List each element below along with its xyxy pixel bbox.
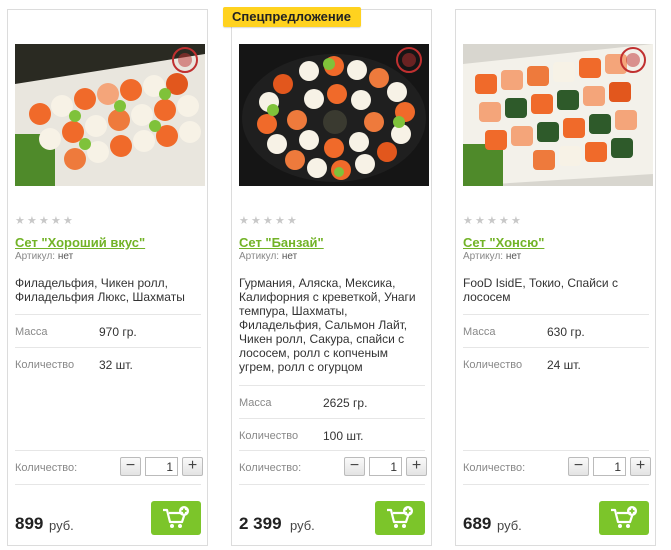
product-description: Филадельфия, Чикен ролл, Филадельфия Люк… xyxy=(15,276,185,304)
star-icon[interactable]: ★ xyxy=(275,216,286,227)
star-icon[interactable]: ★ xyxy=(499,216,510,227)
rating-stars[interactable]: ★ ★ ★ ★ ★ xyxy=(15,216,74,227)
rating-stars[interactable]: ★ ★ ★ ★ ★ xyxy=(463,216,522,227)
quantity-input[interactable] xyxy=(145,457,178,476)
mass-label: Масса xyxy=(239,397,272,409)
article-line: Артикул: нет xyxy=(463,251,521,262)
quantity-input[interactable] xyxy=(593,457,626,476)
price-value: 899 xyxy=(15,514,44,533)
count-value: 32 шт. xyxy=(99,358,133,372)
quantity-decrease-button[interactable]: − xyxy=(344,457,365,476)
star-icon[interactable]: ★ xyxy=(39,216,50,227)
cart-plus-icon xyxy=(387,506,413,528)
currency-label: руб. xyxy=(290,518,315,533)
star-icon[interactable]: ★ xyxy=(15,216,26,227)
count-row: Количество 24 шт. xyxy=(463,347,649,380)
rating-stars[interactable]: ★ ★ ★ ★ ★ xyxy=(239,216,298,227)
currency-label: руб. xyxy=(497,518,522,533)
quantity-decrease-button[interactable]: − xyxy=(568,457,589,476)
mass-value: 970 гр. xyxy=(99,325,137,339)
star-icon[interactable]: ★ xyxy=(239,216,250,227)
count-row: Количество 100 шт. xyxy=(239,418,425,451)
mass-value: 630 гр. xyxy=(547,325,585,339)
product-image[interactable] xyxy=(463,44,653,186)
price-row: 899 руб. xyxy=(15,484,201,536)
star-icon[interactable]: ★ xyxy=(63,216,74,227)
count-label: Количество xyxy=(15,359,75,371)
star-icon[interactable]: ★ xyxy=(251,216,262,227)
star-icon[interactable]: ★ xyxy=(475,216,486,227)
article-value: нет xyxy=(57,251,74,262)
cart-plus-icon xyxy=(611,506,637,528)
mass-label: Масса xyxy=(463,326,496,338)
product-image[interactable] xyxy=(239,44,429,186)
star-icon[interactable]: ★ xyxy=(511,216,522,227)
article-label: Артикул: xyxy=(15,251,56,262)
product-title-link[interactable]: Сет "Хороший вкус" xyxy=(15,235,145,250)
article-value: нет xyxy=(281,251,298,262)
sushi-set-photo xyxy=(239,44,429,186)
quantity-label: Количество: xyxy=(463,462,526,474)
article-label: Артикул: xyxy=(239,251,280,262)
mass-row: Масса 2625 гр. xyxy=(239,385,425,418)
quantity-decrease-button[interactable]: − xyxy=(120,457,141,476)
add-to-cart-button[interactable] xyxy=(375,501,425,535)
product-card: ★ ★ ★ ★ ★ Сет "Хороший вкус" Артикул: не… xyxy=(7,9,208,546)
special-offer-badge: Спецпредложение xyxy=(223,7,361,27)
add-to-cart-button[interactable] xyxy=(599,501,649,535)
count-row: Количество 32 шт. xyxy=(15,347,201,380)
currency-label: руб. xyxy=(49,518,74,533)
article-value: нет xyxy=(505,251,522,262)
product-title-link[interactable]: Сет "Хонсю" xyxy=(463,235,544,250)
star-icon[interactable]: ★ xyxy=(287,216,298,227)
product-card: Спецпредложение ★ ★ ★ ★ ★ Сет "Банзай" А… xyxy=(223,7,432,546)
price-row: 2 399 руб. xyxy=(239,484,425,536)
count-label: Количество xyxy=(239,430,299,442)
mass-value: 2625 гр. xyxy=(323,396,368,410)
cart-plus-icon xyxy=(163,506,189,528)
product-card: ★ ★ ★ ★ ★ Сет "Хонсю" Артикул: нет FooD … xyxy=(455,9,656,546)
quantity-row: Количество: − + xyxy=(463,450,651,484)
quantity-increase-button[interactable]: + xyxy=(406,457,427,476)
article-label: Артикул: xyxy=(463,251,504,262)
count-value: 100 шт. xyxy=(323,429,364,443)
quantity-label: Количество: xyxy=(239,462,302,474)
mass-row: Масса 630 гр. xyxy=(463,314,649,347)
count-label: Количество xyxy=(463,359,523,371)
add-to-cart-button[interactable] xyxy=(151,501,201,535)
sushi-set-photo xyxy=(15,44,205,186)
product-description: FooD IsidE, Токио, Спайси с лососем xyxy=(463,276,618,304)
article-line: Артикул: нет xyxy=(239,251,297,262)
star-icon[interactable]: ★ xyxy=(263,216,274,227)
quantity-label: Количество: xyxy=(15,462,78,474)
star-icon[interactable]: ★ xyxy=(463,216,474,227)
star-icon[interactable]: ★ xyxy=(487,216,498,227)
quantity-input[interactable] xyxy=(369,457,402,476)
quantity-row: Количество: − + xyxy=(239,450,427,484)
mass-label: Масса xyxy=(15,326,48,338)
quantity-increase-button[interactable]: + xyxy=(182,457,203,476)
price-value: 689 xyxy=(463,514,492,533)
product-title-link[interactable]: Сет "Банзай" xyxy=(239,235,324,250)
product-image[interactable] xyxy=(15,44,205,186)
quantity-row: Количество: − + xyxy=(15,450,203,484)
star-icon[interactable]: ★ xyxy=(51,216,62,227)
price-value: 2 399 xyxy=(239,514,282,533)
article-line: Артикул: нет xyxy=(15,251,73,262)
product-description: Гурмания, Аляска, Мексика, Калифорния с … xyxy=(239,276,416,374)
quantity-increase-button[interactable]: + xyxy=(630,457,651,476)
price-row: 689 руб. xyxy=(463,484,649,536)
count-value: 24 шт. xyxy=(547,358,581,372)
mass-row: Масса 970 гр. xyxy=(15,314,201,347)
star-icon[interactable]: ★ xyxy=(27,216,38,227)
sushi-set-photo xyxy=(463,44,653,186)
